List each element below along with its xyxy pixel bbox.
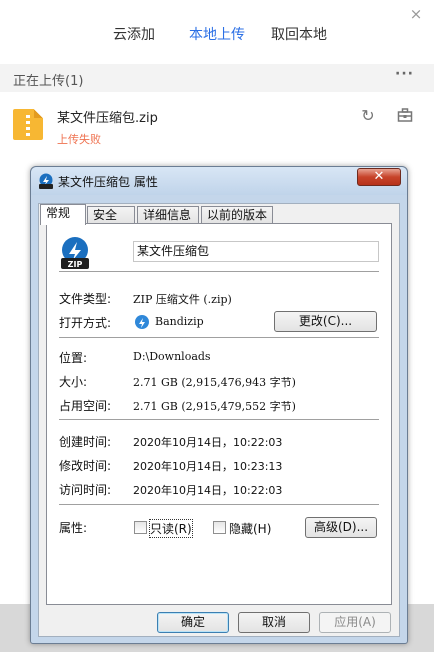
general-tab-content: ZIP 某文件压缩包 文件类型: ZIP 压缩文件 (.zip) 打开方式: B… (46, 223, 392, 605)
properties-dialog: 某文件压缩包 属性 ✕ 常规 安全 详细信息 以前的版本 ZIP 某文件压缩包 … (30, 166, 408, 644)
svg-text:ZIP: ZIP (68, 260, 83, 269)
toolbox-icon[interactable] (396, 107, 414, 125)
hidden-checkbox[interactable] (213, 521, 226, 534)
divider (59, 504, 379, 505)
bandizip-icon (135, 315, 149, 329)
zip-file-icon (13, 109, 43, 140)
uploading-section-header: 正在上传(1) ··· (0, 64, 434, 92)
created-label: 创建时间: (59, 435, 112, 449)
file-type-label: 文件类型: (59, 292, 112, 306)
tab-local-upload[interactable]: 本地上传 (189, 24, 245, 44)
readonly-checkbox[interactable] (134, 521, 147, 534)
dialog-close-button[interactable]: ✕ (357, 168, 401, 186)
size-on-disk-label: 占用空间: (59, 399, 112, 413)
hidden-label[interactable]: 隐藏(H) (229, 520, 271, 537)
list-item: 某文件压缩包.zip 上传失败 ↻ (0, 96, 434, 152)
change-button[interactable]: 更改(C)... (274, 311, 377, 332)
modified-value: 2020年10月14日，10:23:13 (133, 460, 283, 473)
location-label: 位置: (59, 351, 88, 365)
divider (59, 271, 379, 272)
more-options-icon[interactable]: ··· (395, 66, 414, 82)
dialog-titlebar[interactable]: 某文件压缩包 属性 ✕ (31, 167, 407, 195)
close-icon[interactable]: × (408, 6, 424, 22)
tab-security[interactable]: 安全 (87, 206, 135, 224)
size-on-disk-value: 2.71 GB (2,915,479,552 字节) (133, 400, 296, 413)
tab-cloud-add[interactable]: 云添加 (113, 24, 155, 44)
accessed-value: 2020年10月14日，10:22:03 (133, 484, 283, 497)
upload-status: 上传失败 (57, 133, 101, 146)
readonly-label[interactable]: 只读(R) (149, 519, 193, 538)
top-tab-bar: 云添加 本地上传 取回本地 × (0, 0, 434, 64)
tab-retrieve-local[interactable]: 取回本地 (271, 24, 327, 44)
tab-details[interactable]: 详细信息 (137, 206, 199, 224)
ok-button[interactable]: 确定 (157, 612, 229, 633)
location-value: D:\Downloads (133, 350, 211, 363)
accessed-label: 访问时间: (59, 483, 112, 497)
modified-label: 修改时间: (59, 459, 112, 473)
attributes-label: 属性: (59, 521, 88, 535)
open-with-label: 打开方式: (59, 316, 112, 330)
dialog-title: 某文件压缩包 属性 (58, 175, 158, 189)
divider (59, 337, 379, 338)
file-name: 某文件压缩包.zip (57, 111, 158, 126)
file-name-field[interactable]: 某文件压缩包 (133, 241, 379, 262)
bandizip-zip-icon: ZIP (59, 236, 91, 270)
tab-general[interactable]: 常规 (40, 204, 86, 225)
size-label: 大小: (59, 375, 88, 389)
bandizip-zip-icon (38, 173, 54, 189)
advanced-button[interactable]: 高级(D)... (305, 517, 377, 538)
section-title: 正在上传(1) (13, 74, 84, 89)
apply-button[interactable]: 应用(A) (319, 612, 391, 633)
size-value: 2.71 GB (2,915,476,943 字节) (133, 376, 296, 389)
tab-previous-versions[interactable]: 以前的版本 (201, 206, 273, 224)
cancel-button[interactable]: 取消 (238, 612, 310, 633)
open-with-value: Bandizip (155, 315, 204, 328)
file-type-value: ZIP 压缩文件 (.zip) (133, 293, 232, 306)
retry-icon[interactable]: ↻ (359, 107, 377, 125)
divider (59, 419, 379, 420)
created-value: 2020年10月14日，10:22:03 (133, 436, 283, 449)
